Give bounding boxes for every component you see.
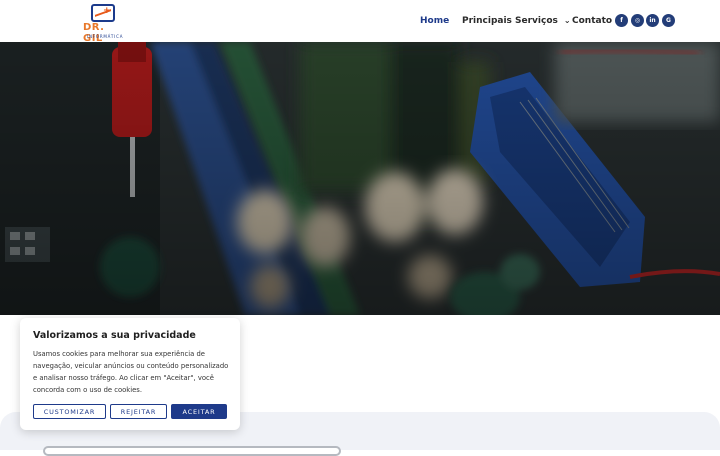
accept-button[interactable]: ACEITAR bbox=[171, 404, 227, 419]
facebook-icon[interactable]: f bbox=[615, 14, 628, 27]
cookie-title: Valorizamos a sua privacidade bbox=[33, 330, 196, 341]
logo[interactable]: + DR. GIL INFORMÁTICA bbox=[83, 4, 127, 44]
instagram-icon[interactable]: ◎ bbox=[631, 14, 644, 27]
google-icon[interactable]: G bbox=[662, 14, 675, 27]
customize-button[interactable]: CUSTOMIZAR bbox=[33, 404, 106, 419]
reject-button[interactable]: REJEITAR bbox=[110, 404, 167, 419]
cookie-consent-banner: Valorizamos a sua privacidade Usamos coo… bbox=[20, 318, 240, 430]
site-header: + DR. GIL INFORMÁTICA Home Principais Se… bbox=[0, 0, 720, 44]
logo-subtitle: INFORMÁTICA bbox=[87, 34, 124, 39]
monitor-icon: + bbox=[91, 4, 115, 22]
nav-principais-servicos[interactable]: Principais Serviços ⌄ bbox=[462, 16, 571, 26]
linkedin-icon[interactable]: in bbox=[646, 14, 659, 27]
logo-text: DR. GIL bbox=[83, 22, 105, 44]
nav-services-label: Principais Serviços bbox=[462, 16, 558, 26]
nav-home[interactable]: Home bbox=[420, 16, 449, 26]
chevron-down-icon: ⌄ bbox=[563, 16, 571, 25]
cookie-description: Usamos cookies para melhorar sua experiê… bbox=[33, 350, 229, 394]
content-card bbox=[43, 446, 341, 456]
hero-image bbox=[0, 42, 720, 315]
circuit-board-photo bbox=[0, 42, 720, 315]
nav-contato[interactable]: Contato bbox=[572, 16, 612, 26]
